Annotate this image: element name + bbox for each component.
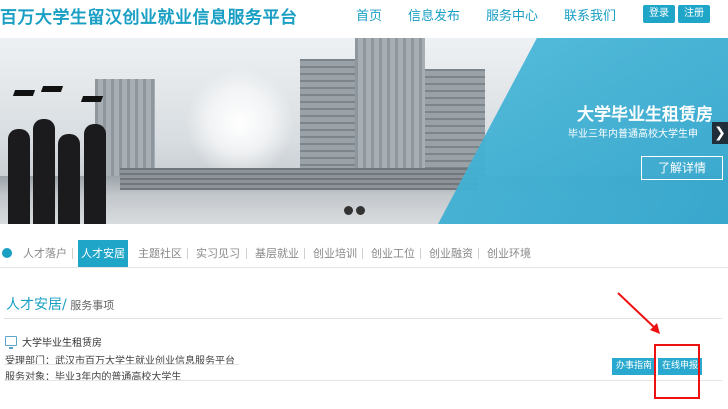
annotation-highlight-box: [654, 344, 700, 399]
login-button[interactable]: 登录: [643, 5, 675, 23]
service-guide-button[interactable]: 办事指南: [612, 358, 657, 375]
target-label: 服务对象：: [5, 372, 55, 383]
annotation-arrow-icon: [617, 292, 660, 334]
graduation-cap-icon: [40, 86, 64, 92]
tab-divider: [304, 248, 305, 259]
section-heading: 人才安居/ 服务事项: [6, 294, 114, 314]
graduation-cap-icon: [12, 90, 36, 96]
nav-info-publish[interactable]: 信息发布: [408, 5, 460, 24]
row-divider: [4, 364, 239, 365]
target-value: 毕业3年内的普通高校大学生: [55, 372, 182, 383]
building-image: [300, 59, 355, 179]
monitor-icon: [5, 336, 17, 349]
tabs-bullet-icon: [2, 248, 12, 258]
tab-divider: [246, 248, 247, 259]
main-nav: 首页 信息发布 服务中心 联系我们: [356, 5, 642, 24]
section-subtitle: 服务事项: [66, 299, 115, 312]
tab-startup-workspace[interactable]: 创业工位: [368, 240, 418, 267]
tab-divider: [478, 248, 479, 259]
tab-startup-financing[interactable]: 创业融资: [426, 240, 476, 267]
tab-community[interactable]: 主题社区: [135, 240, 185, 267]
header: 百万大学生留汉创业就业信息服务平台 首页 信息发布 服务中心 联系我们 登录 注…: [0, 0, 728, 36]
category-tabs: 人才落户 人才安居 主题社区 实习见习 基层就业 创业培训 创业工位 创业融资 …: [0, 240, 728, 268]
register-button[interactable]: 注册: [678, 5, 710, 23]
graduate-figure: [84, 124, 106, 224]
tab-divider: [187, 248, 188, 259]
department-label: 受理部门：: [5, 356, 55, 367]
tab-grassroots-employment[interactable]: 基层就业: [252, 240, 302, 267]
tab-divider: [420, 248, 421, 259]
carousel-dot[interactable]: [356, 206, 365, 215]
tab-settlement[interactable]: 人才落户: [20, 240, 70, 267]
learn-more-button[interactable]: 了解详情: [641, 156, 723, 180]
service-item-title[interactable]: 大学毕业生租赁房: [22, 334, 102, 349]
nav-home[interactable]: 首页: [356, 5, 382, 24]
tab-divider: [72, 248, 73, 259]
nav-contact-us[interactable]: 联系我们: [564, 5, 616, 24]
graduate-figure: [8, 129, 30, 224]
plaza-steps: [120, 168, 478, 190]
building-image: [355, 38, 425, 179]
tab-startup-training[interactable]: 创业培训: [310, 240, 360, 267]
graduate-figure: [58, 134, 80, 224]
nav-service-center[interactable]: 服务中心: [486, 5, 538, 24]
tab-housing[interactable]: 人才安居: [78, 240, 128, 267]
tab-divider: [362, 248, 363, 259]
banner-title: 大学毕业生租赁房: [577, 105, 713, 125]
section-title: 人才安居/: [6, 297, 67, 313]
sunlight-glow: [185, 68, 295, 178]
hero-banner[interactable]: 大学毕业生租赁房 毕业三年内普通高校大学生申 ❯ 了解详情: [0, 38, 728, 224]
carousel-dot[interactable]: [344, 206, 353, 215]
tab-internship[interactable]: 实习见习: [193, 240, 243, 267]
graduation-cap-icon: [80, 96, 104, 102]
graduate-figure: [33, 119, 55, 224]
department-value: 武汉市百万大学生就业创业信息服务平台: [55, 356, 235, 367]
next-slide-arrow-icon[interactable]: ❯: [712, 122, 728, 144]
site-title[interactable]: 百万大学生留汉创业就业信息服务平台: [0, 3, 298, 28]
row-divider: [4, 380, 722, 381]
banner-subtitle: 毕业三年内普通高校大学生申: [568, 129, 698, 140]
tab-startup-environment[interactable]: 创业环境: [484, 240, 534, 267]
